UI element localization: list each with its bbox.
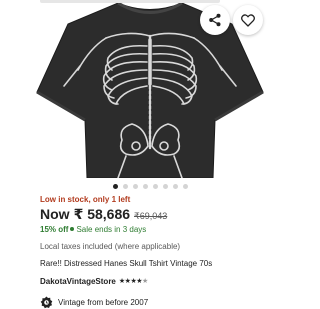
sale-ends-text: Sale ends in 3 days: [76, 225, 147, 234]
carousel-dot[interactable]: [122, 183, 128, 189]
share-icon: [209, 13, 221, 27]
product-title: Rare!! Distressed Hanes Skull Tshirt Vin…: [40, 259, 213, 268]
carousel-dot[interactable]: [112, 183, 118, 189]
original-price: ₹69,043: [134, 211, 168, 221]
carousel-dot[interactable]: [162, 183, 168, 189]
current-price: ₹ 58,686: [73, 206, 131, 222]
vintage-badge-icon: [40, 296, 53, 308]
carousel-dot[interactable]: [132, 183, 138, 189]
tax-note: Local taxes included (where applicable): [40, 242, 181, 251]
shop-rating: ★★★★★: [119, 277, 148, 285]
product-info: Low in stock, only 1 left Now ₹ 58,686 ₹…: [40, 194, 295, 309]
sale-row: 15% off Sale ends in 3 days: [40, 224, 295, 236]
favorite-button[interactable]: [233, 5, 263, 35]
carousel-dot[interactable]: [142, 183, 148, 189]
discount-badge: 15% off: [40, 225, 69, 234]
status-bar: [40, 0, 220, 3]
carousel-dot[interactable]: [172, 183, 178, 189]
image-carousel-dots: [0, 182, 300, 190]
shop-name-link[interactable]: DakotaVintageStore: [40, 277, 116, 286]
vintage-note: Vintage from before 2007: [58, 297, 149, 307]
price-row: Now ₹ 58,686 ₹69,043: [40, 206, 295, 223]
price-label: Now: [40, 206, 70, 222]
heart-icon: [241, 13, 255, 27]
half-star-icon: ★: [142, 278, 148, 285]
stock-warning: Low in stock, only 1 left: [40, 195, 131, 204]
shop-row[interactable]: DakotaVintageStore ★★★★★: [40, 275, 295, 287]
vintage-row: Vintage from before 2007: [40, 295, 295, 309]
carousel-dot[interactable]: [182, 183, 188, 189]
share-button[interactable]: [200, 5, 230, 35]
carousel-dot[interactable]: [152, 183, 158, 189]
separator-dot: [70, 227, 75, 232]
